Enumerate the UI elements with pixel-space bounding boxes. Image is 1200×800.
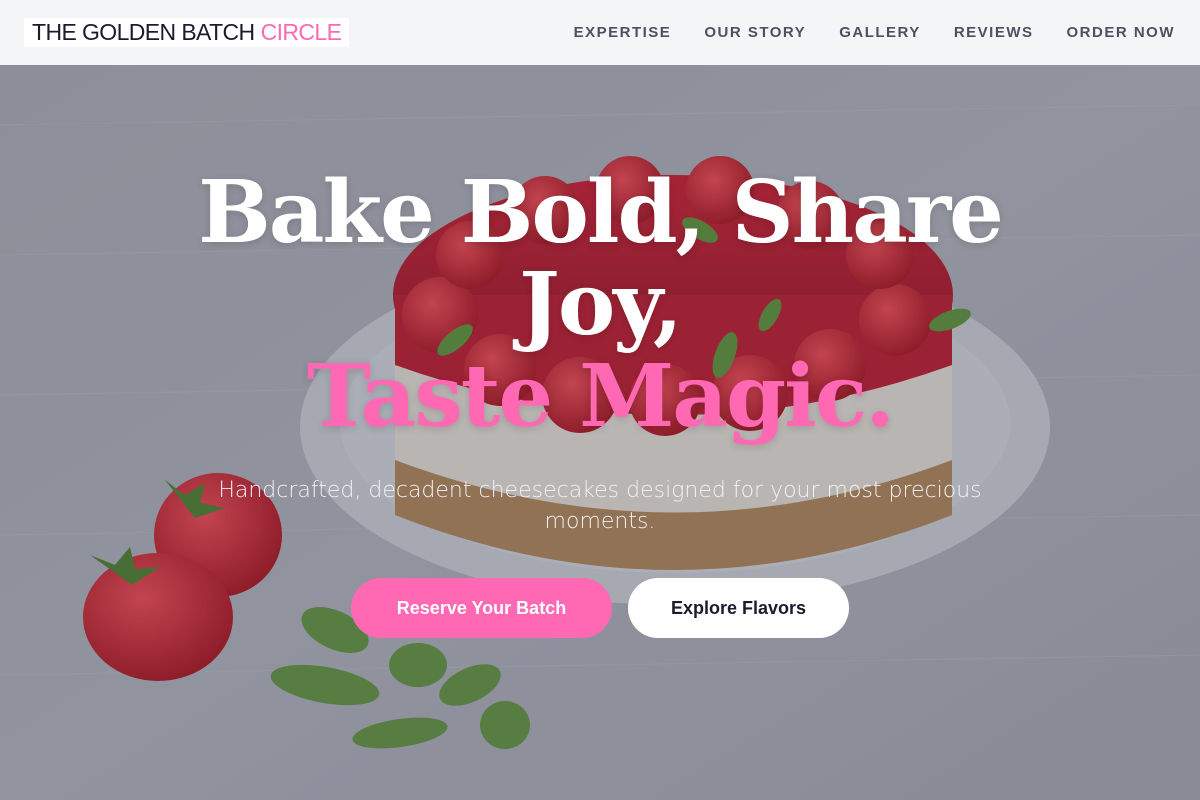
- nav-link-order-now[interactable]: ORDER NOW: [1067, 24, 1176, 41]
- reserve-batch-button[interactable]: Reserve Your Batch: [351, 578, 612, 638]
- headline-accent-line: Taste Magic.: [306, 346, 895, 447]
- nav-link-our-story[interactable]: OUR STORY: [704, 24, 806, 41]
- nav-link-gallery[interactable]: GALLERY: [839, 24, 921, 41]
- nav-link-expertise[interactable]: EXPERTISE: [574, 24, 672, 41]
- hero-section: Bake Bold, Share Joy, Taste Magic. Handc…: [0, 65, 1200, 800]
- headline-line-1: Bake Bold, Share: [198, 162, 1004, 263]
- brand-logo[interactable]: THE GOLDEN BATCH CIRCLE: [24, 18, 350, 47]
- main-menu: EXPERTISE OUR STORY GALLERY REVIEWS ORDE…: [541, 24, 1175, 41]
- hero-headline: Bake Bold, Share Joy, Taste Magic.: [0, 167, 1200, 443]
- hero-subheadline: Handcrafted, decadent cheesecakes design…: [218, 478, 982, 534]
- explore-flavors-button[interactable]: Explore Flavors: [628, 578, 849, 638]
- logo-primary-text: THE GOLDEN BATCH: [32, 19, 255, 45]
- headline-line-2: Joy,: [519, 254, 683, 355]
- nav-link-reviews[interactable]: REVIEWS: [954, 24, 1034, 41]
- top-nav: THE GOLDEN BATCH CIRCLE EXPERTISE OUR ST…: [0, 0, 1200, 65]
- logo-accent-text: CIRCLE: [260, 19, 342, 45]
